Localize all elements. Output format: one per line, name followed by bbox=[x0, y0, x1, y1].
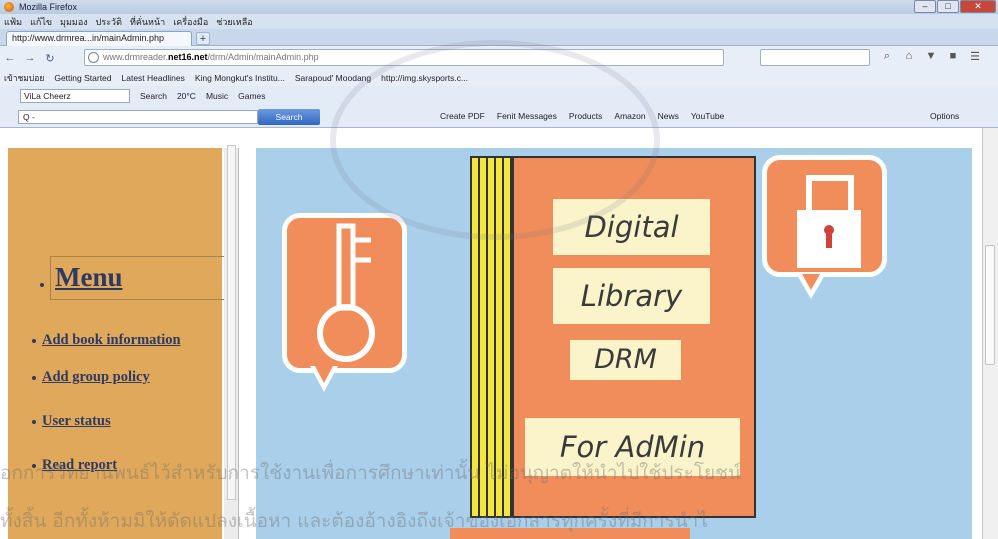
bookmark-skysports[interactable]: http://img.skysports.c... bbox=[381, 73, 468, 83]
products-link[interactable]: Products bbox=[569, 111, 603, 121]
menu-help[interactable]: ช่วยเหลือ bbox=[216, 15, 252, 29]
url-prefix: www.drmreader. bbox=[103, 52, 169, 62]
toolbar-music[interactable]: Music bbox=[206, 91, 228, 101]
toolbar-search[interactable]: Search bbox=[140, 91, 167, 101]
menu-bookmarks[interactable]: ที่คั่นหน้า bbox=[130, 15, 165, 29]
amazon-link[interactable]: Amazon bbox=[614, 111, 645, 121]
home-icon[interactable]: ⌂ bbox=[898, 50, 920, 63]
banner-line-for-admin: For AdMin bbox=[525, 418, 740, 476]
menu-title[interactable]: Menu bbox=[55, 262, 123, 293]
menu-edit[interactable]: แก้ไข bbox=[30, 15, 52, 29]
url-domain: net16.net bbox=[168, 52, 208, 62]
bottom-banner-strip bbox=[450, 528, 690, 539]
bookmark-most-visited[interactable]: เข้าชมบ่อย bbox=[4, 71, 44, 85]
menu-icon[interactable]: ☰ bbox=[964, 50, 986, 63]
globe-icon bbox=[88, 52, 99, 63]
toolbar-links: Create PDF Fenit Messages Products Amazo… bbox=[440, 111, 736, 121]
dropdown-icon[interactable]: ▼ bbox=[920, 50, 942, 63]
menu-history[interactable]: ประวัติ bbox=[96, 15, 122, 29]
sidebar-item-add-group-policy: Add group policy bbox=[32, 369, 150, 386]
sidebar-item-read-report: Read report bbox=[32, 457, 117, 474]
menu-title-bullet bbox=[40, 283, 44, 287]
maximize-button[interactable]: □ bbox=[937, 0, 959, 13]
menu-title-box: Menu bbox=[50, 256, 225, 300]
toolbar-games[interactable]: Games bbox=[238, 91, 265, 101]
sidebar-item-add-book: Add book information bbox=[32, 332, 181, 349]
bookmark-kmitl[interactable]: King Mongkut's Institu... bbox=[195, 73, 285, 83]
news-link[interactable]: News bbox=[658, 111, 679, 121]
banner-line-library: Library bbox=[553, 268, 710, 324]
user-status-link[interactable]: User status bbox=[42, 413, 111, 429]
nav-right-icons: ⌕ ⌂ ▼ ■ ☰ bbox=[876, 50, 986, 63]
bullet-icon bbox=[32, 375, 36, 380]
menu-bar: แฟ้ม แก้ไข มุมมอง ประวัติ ที่คั่นหน้า เค… bbox=[0, 14, 998, 29]
menu-tools[interactable]: เครื่องมือ bbox=[173, 15, 208, 29]
bookmark-getting-started[interactable]: Getting Started bbox=[54, 73, 111, 83]
window-title: Mozilla Firefox bbox=[19, 2, 78, 12]
add-group-policy-link[interactable]: Add group policy bbox=[42, 369, 150, 385]
forward-button[interactable]: → bbox=[20, 52, 40, 64]
back-button[interactable]: ← bbox=[0, 52, 20, 64]
url-suffix: /drm/Admin/mainAdmin.php bbox=[207, 52, 319, 62]
read-report-link[interactable]: Read report bbox=[42, 457, 117, 473]
toolbar-search-input[interactable]: Q - bbox=[18, 110, 258, 124]
add-book-link[interactable]: Add book information bbox=[42, 332, 181, 348]
bullet-icon bbox=[32, 419, 36, 424]
search-toolbar: Q - Search Create PDF Fenit Messages Pro… bbox=[0, 106, 998, 128]
minimize-button[interactable]: – bbox=[914, 0, 936, 13]
book-spine bbox=[470, 156, 514, 518]
bullet-icon bbox=[32, 338, 36, 343]
create-pdf-link[interactable]: Create PDF bbox=[440, 111, 485, 121]
sidebar-item-user-status: User status bbox=[32, 413, 111, 430]
options-button[interactable]: Options bbox=[930, 111, 959, 121]
sidebar-menu: Menu Add book information Add group poli… bbox=[8, 148, 225, 539]
banner-line-digital: Digital bbox=[553, 199, 710, 255]
banner-line-drm: DRM bbox=[570, 340, 681, 380]
close-button[interactable]: ✕ bbox=[960, 0, 996, 13]
key-icon bbox=[317, 223, 375, 362]
profile-select[interactable]: ViLa Cheerz bbox=[20, 89, 130, 103]
search-engine-input[interactable] bbox=[760, 49, 870, 66]
sidebar-scrollbar[interactable] bbox=[227, 145, 236, 500]
new-tab-button[interactable]: + bbox=[196, 32, 210, 45]
url-bar[interactable]: www.drmreader.net16.net/drm/Admin/mainAd… bbox=[84, 49, 724, 66]
window-controls: – □ ✕ bbox=[913, 0, 996, 13]
reload-button[interactable]: ↻ bbox=[40, 52, 60, 65]
addon-icon[interactable]: ■ bbox=[942, 50, 964, 63]
bookmark-latest-headlines[interactable]: Latest Headlines bbox=[122, 73, 185, 83]
bookmark-sarapoud[interactable]: Sarapoud' Moodang bbox=[295, 73, 371, 83]
lock-icon bbox=[797, 175, 861, 268]
firefox-icon bbox=[4, 2, 14, 12]
tab-strip: http://www.drmrea...in/mainAdmin.php + bbox=[0, 29, 998, 46]
bookmarks-bar: เข้าชมบ่อย Getting Started Latest Headli… bbox=[0, 70, 998, 86]
toolbar-search-button[interactable]: Search bbox=[258, 109, 320, 125]
navigation-bar: ← → ↻ www.drmreader.net16.net/drm/Admin/… bbox=[0, 46, 998, 70]
page-scrollbar-thumb[interactable] bbox=[985, 245, 995, 365]
menu-file[interactable]: แฟ้ม bbox=[4, 15, 22, 29]
youtube-link[interactable]: YouTube bbox=[691, 111, 724, 121]
title-bar: Mozilla Firefox – □ ✕ bbox=[0, 0, 998, 14]
messages-link[interactable]: Fenit Messages bbox=[497, 111, 557, 121]
search-icon[interactable]: ⌕ bbox=[876, 50, 898, 63]
weather-widget[interactable]: 20°C bbox=[177, 91, 196, 101]
tab-main-admin[interactable]: http://www.drmrea...in/mainAdmin.php bbox=[6, 31, 192, 46]
menu-view[interactable]: มุมมอง bbox=[60, 15, 88, 29]
addon-toolbar: ViLa Cheerz Search 20°C Music Games bbox=[0, 86, 998, 106]
bullet-icon bbox=[32, 463, 36, 468]
